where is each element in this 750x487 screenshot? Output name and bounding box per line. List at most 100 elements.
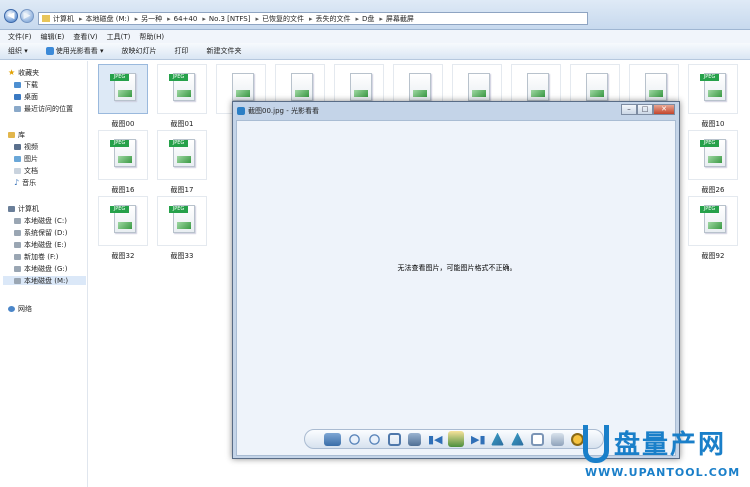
nav-music[interactable]: ♪ 音乐 [14,178,36,187]
computer-icon [8,205,15,212]
breadcrumb-item[interactable]: 另一种 [141,14,162,24]
drive-icon [14,265,21,272]
nav-label: 本地磁盘 (G:) [24,264,68,273]
nav-recent[interactable]: 最近访问的位置 [14,104,73,113]
delete-icon[interactable] [551,432,564,446]
jpeg-badge: JPEG [110,206,129,213]
chevron-right-icon: ▸ [308,14,313,23]
navigation-pane: ★ 收藏夹 下载 桌面 最近访问的位置 库 视频 图片 文档 ♪ 音乐 计算机 本地… [0,61,88,487]
nav-computer[interactable]: 计算机 [8,204,39,213]
open-with-label: 使用光影看看 ▾ [55,47,104,55]
nav-desktop[interactable]: 桌面 [14,92,38,101]
nav-drive-g[interactable]: 本地磁盘 (G:) [14,264,67,273]
breadcrumb-item[interactable]: 本地磁盘 (M:) [86,14,130,24]
organize-button[interactable]: 组织 ▾ [8,46,28,56]
zoom-in-icon[interactable] [348,432,361,446]
nav-downloads[interactable]: 下载 [14,80,38,89]
nav-drive-f[interactable]: 新加卷 (F:) [14,252,59,261]
file-thumbnail: JPEG [157,64,207,114]
file-item[interactable]: JPEG 截图92 [686,196,740,260]
jpeg-badge: JPEG [169,140,188,147]
file-name: 截图17 [170,186,194,194]
drive-icon [14,277,21,284]
nav-drive-c[interactable]: 本地磁盘 (C:) [14,216,67,225]
address-bar[interactable]: 计算机 ▸ 本地磁盘 (M:) ▸ 另一种 ▸ 64+40 ▸ No.3 [NTFS] ▸… [38,12,588,25]
menu-view[interactable]: 查看(V) [73,32,97,42]
next-icon[interactable]: ▶▮ [471,433,486,446]
error-message: 无法查看图片，可能图片格式不正确。 [397,264,517,272]
nav-drive-d[interactable]: 系统保留 (D:) [14,228,67,237]
breadcrumb-item[interactable]: No.3 [NTFS] [209,15,251,23]
file-item[interactable]: JPEG 截图01 [155,64,209,128]
previous-icon[interactable]: ▮◀ [428,433,443,446]
nav-documents[interactable]: 文档 [14,166,38,175]
back-button[interactable]: ◀ [4,9,18,23]
file-item[interactable]: JPEG 截图26 [686,130,740,194]
file-name: 截图33 [170,252,194,260]
rotate-right-icon[interactable] [511,432,524,446]
breadcrumb-item[interactable]: D盘 [362,14,374,24]
jpeg-badge: JPEG [700,140,719,147]
viewer-app-icon [237,107,245,115]
view-mode-icon[interactable] [324,432,341,446]
chevron-right-icon: ▸ [134,14,139,23]
nav-network[interactable]: 网络 [8,304,32,313]
file-name: 截图10 [701,120,725,128]
nav-drive-m[interactable]: 本地磁盘 (M:) [3,276,86,285]
slideshow-button[interactable]: 放映幻灯片 [122,46,157,56]
breadcrumb-item[interactable]: 计算机 [53,14,74,24]
breadcrumb-item[interactable]: 64+40 [174,15,198,23]
file-name: 截图00 [111,120,135,128]
open-with-button[interactable]: 使用光影看看 ▾ [45,46,104,56]
explorer-title-bar: ◀ ▶ 计算机 ▸ 本地磁盘 (M:) ▸ 另一种 ▸ 64+40 ▸ No.3 [NT… [0,0,750,30]
fit-window-icon[interactable] [388,432,401,446]
print-icon[interactable] [408,432,421,446]
edit-icon[interactable] [448,431,464,447]
viewer-app-icon [45,47,54,55]
breadcrumb-item[interactable]: 已恢复的文件 [262,14,304,24]
zoom-out-icon[interactable] [368,432,381,446]
minimize-button[interactable]: – [621,104,637,115]
nav-favorites[interactable]: ★ 收藏夹 [8,68,39,77]
drive-icon [14,253,21,260]
menu-tools[interactable]: 工具(T) [107,32,131,42]
file-item[interactable]: JPEG 截图33 [155,196,209,260]
menu-file[interactable]: 文件(F) [8,32,32,42]
chevron-right-icon: ▸ [79,14,83,23]
menu-help[interactable]: 帮助(H) [139,32,164,42]
file-item[interactable]: JPEG 截图00 [96,64,150,128]
breadcrumb-item[interactable]: 屏幕截屏 [386,14,414,24]
menu-edit[interactable]: 编辑(E) [41,32,65,42]
nav-libraries[interactable]: 库 [8,130,25,139]
jpeg-badge: JPEG [700,74,719,81]
image-viewer-window[interactable]: 截图00.jpg - 光影看看 – □ ✕ 无法查看图片，可能图片格式不正确。 … [232,101,680,459]
nav-drive-e[interactable]: 本地磁盘 (E:) [14,240,66,249]
nav-label: 桌面 [24,92,38,101]
chevron-right-icon: ▸ [355,14,360,23]
nav-label: 新加卷 (F:) [24,252,59,261]
viewer-title-bar[interactable]: 截图00.jpg - 光影看看 [233,102,679,120]
nav-videos[interactable]: 视频 [14,142,38,151]
image-file-icon [468,73,490,101]
file-item[interactable]: JPEG 截图17 [155,130,209,194]
new-folder-button[interactable]: 新建文件夹 [207,46,242,56]
nav-label: 本地磁盘 (C:) [24,216,67,225]
file-name: 截图32 [111,252,135,260]
forward-button[interactable]: ▶ [20,9,34,23]
copy-icon[interactable] [531,432,544,446]
file-thumbnail: JPEG [157,130,207,180]
nav-pictures[interactable]: 图片 [14,154,38,163]
watermark-url: WWW.UPANTOOL.COM [585,466,741,479]
maximize-button[interactable]: □ [637,104,653,115]
close-button[interactable]: ✕ [653,104,675,115]
jpeg-badge: JPEG [700,206,719,213]
file-item[interactable]: JPEG 截图16 [96,130,150,194]
breadcrumb-item[interactable]: 丢失的文件 [316,14,351,24]
rotate-left-icon[interactable] [491,432,504,446]
file-item[interactable]: JPEG 截图32 [96,196,150,260]
menu-bar: 文件(F) 编辑(E) 查看(V) 工具(T) 帮助(H) [0,30,750,43]
image-file-icon [291,73,313,101]
watermark-text: 盘量产网 [614,430,727,460]
file-item[interactable]: JPEG 截图10 [686,64,740,128]
print-button[interactable]: 打印 [175,46,189,56]
